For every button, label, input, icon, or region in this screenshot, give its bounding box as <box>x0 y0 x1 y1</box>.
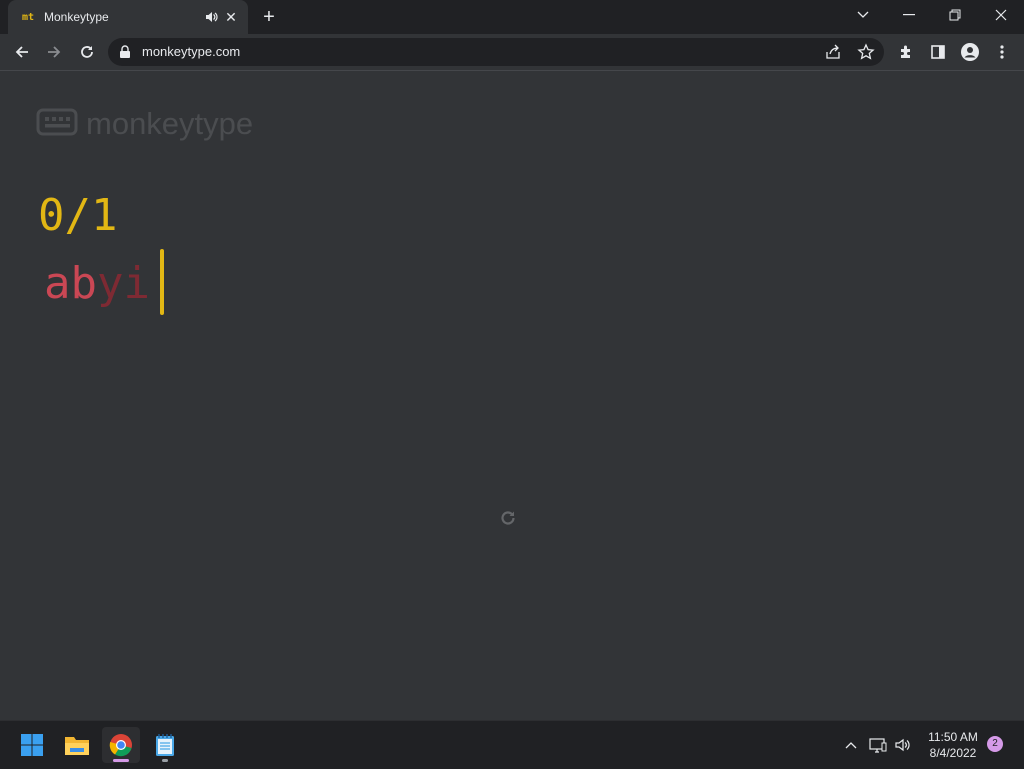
chevron-up-icon[interactable] <box>841 735 861 755</box>
active-app-indicator <box>113 759 129 762</box>
back-icon[interactable] <box>10 40 34 64</box>
speaker-icon[interactable] <box>204 10 218 24</box>
close-window-button[interactable] <box>978 0 1024 30</box>
monkeytype-logo[interactable]: monkeytype <box>36 106 253 142</box>
windows-taskbar: 11:50 AM 8/4/2022 <box>0 720 1024 769</box>
network-icon[interactable] <box>868 735 888 755</box>
chrome-taskbar-icon[interactable] <box>102 727 140 763</box>
side-panel-icon[interactable] <box>926 40 950 64</box>
running-app-indicator <box>162 759 168 762</box>
letter-extra: y <box>97 258 124 309</box>
restore-button[interactable] <box>932 0 978 30</box>
tab-title: Monkeytype <box>44 10 109 24</box>
notepad-icon[interactable] <box>146 727 184 763</box>
minimize-button[interactable] <box>886 0 932 30</box>
clock-date: 8/4/2022 <box>929 746 977 760</box>
browser-title-bar: mt Monkeytype ✕ + <box>0 0 1024 34</box>
tab-favicon: mt <box>22 11 35 23</box>
clock-time: 11:50 AM <box>928 730 978 744</box>
keyboard-logo-icon <box>36 108 78 141</box>
tab-close-icon[interactable]: ✕ <box>224 10 238 24</box>
tab-search-icon[interactable] <box>840 0 886 30</box>
forward-icon[interactable] <box>42 40 66 64</box>
lock-icon[interactable] <box>119 45 131 59</box>
menu-kebab-icon[interactable] <box>990 40 1014 64</box>
reload-icon[interactable] <box>75 40 99 64</box>
typing-caret <box>160 249 164 315</box>
address-bar[interactable]: monkeytype.com <box>108 38 884 66</box>
logo-text: monkeytype <box>86 106 254 141</box>
share-icon[interactable] <box>824 43 842 61</box>
typed-word: a b y i <box>44 258 150 309</box>
taskbar-clock[interactable]: 11:50 AM 8/4/2022 <box>918 729 988 761</box>
bookmark-star-icon[interactable] <box>857 43 875 61</box>
word-counter: 0/1 <box>38 190 118 241</box>
browser-tab[interactable]: mt Monkeytype ✕ <box>8 0 248 34</box>
extensions-icon[interactable] <box>894 40 918 64</box>
browser-toolbar: monkeytype.com <box>0 34 1024 71</box>
letter-incorrect: b <box>70 258 98 309</box>
file-explorer-icon[interactable] <box>58 727 96 763</box>
letter-extra: i <box>123 258 151 309</box>
profile-avatar-icon[interactable] <box>958 40 982 64</box>
volume-icon[interactable] <box>893 735 913 755</box>
loading-spinner-icon <box>499 509 517 527</box>
letter-incorrect: a <box>44 258 71 309</box>
new-tab-button[interactable]: + <box>258 6 280 28</box>
notification-badge[interactable]: 2 <box>987 736 1003 752</box>
url-text[interactable]: monkeytype.com <box>142 44 240 59</box>
start-button[interactable] <box>13 727 51 763</box>
